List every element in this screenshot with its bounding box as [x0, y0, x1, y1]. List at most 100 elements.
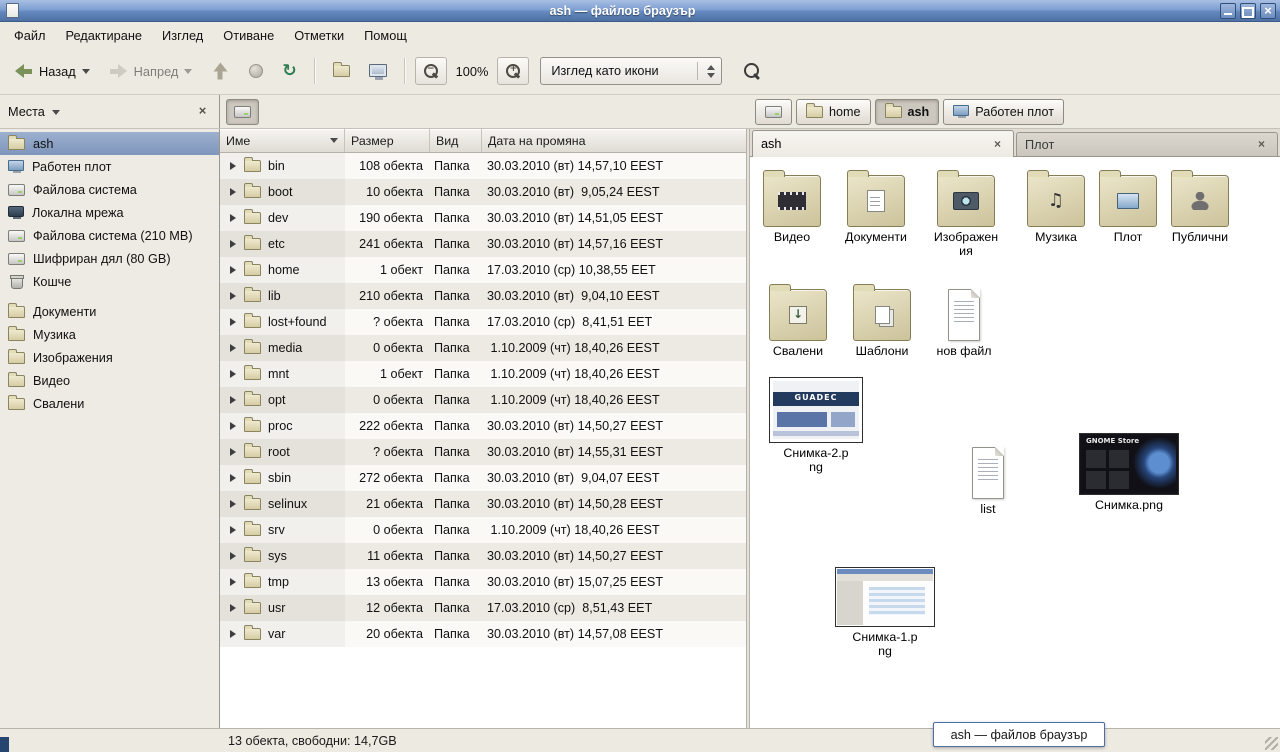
menu-item[interactable]: Отиване: [213, 24, 284, 47]
pathbar-crumb-button[interactable]: home: [796, 99, 871, 125]
back-button[interactable]: Назад: [6, 57, 98, 85]
file-row[interactable]: tmp 13 обекта Папка 30.03.2010 (вт) 15,0…: [220, 569, 746, 595]
file-row[interactable]: mnt 1 обект Папка 1.10.2009 (чт) 18,40,2…: [220, 361, 746, 387]
home-button[interactable]: [325, 59, 358, 83]
computer-button[interactable]: [361, 58, 395, 85]
sidebar-item[interactable]: ash: [0, 132, 219, 155]
column-header[interactable]: Размер: [345, 129, 430, 152]
expander-icon[interactable]: [230, 396, 236, 404]
sidebar-item[interactable]: Изображения: [0, 346, 219, 369]
expander-icon[interactable]: [230, 422, 236, 430]
file-row[interactable]: etc 241 обекта Папка 30.03.2010 (вт) 14,…: [220, 231, 746, 257]
sidebar-item[interactable]: Локална мрежа: [0, 201, 219, 224]
column-header[interactable]: Дата на промяна: [482, 129, 746, 152]
file-row[interactable]: var 20 обекта Папка 30.03.2010 (вт) 14,5…: [220, 621, 746, 647]
expander-icon[interactable]: [230, 240, 236, 248]
file-row[interactable]: usr 12 обекта Папка 17.03.2010 (ср) 8,51…: [220, 595, 746, 621]
column-header[interactable]: Име: [220, 129, 345, 152]
expander-icon[interactable]: [230, 552, 236, 560]
sidebar-item[interactable]: Шифриран дял (80 GB): [0, 247, 219, 270]
file-icon-item[interactable]: Шаблони: [840, 283, 924, 358]
menu-item[interactable]: Отметки: [284, 24, 354, 47]
file-row[interactable]: opt 0 обекта Папка 1.10.2009 (чт) 18,40,…: [220, 387, 746, 413]
sidebar-item[interactable]: Музика: [0, 323, 219, 346]
expander-icon[interactable]: [230, 292, 236, 300]
tab[interactable]: Плот: [1016, 132, 1278, 156]
file-icon-item[interactable]: Свалени: [756, 283, 840, 358]
zoom-in-button[interactable]: [497, 57, 529, 85]
expander-icon[interactable]: [230, 266, 236, 274]
file-row[interactable]: home 1 обект Папка 17.03.2010 (ср) 10,38…: [220, 257, 746, 283]
file-row[interactable]: sys 11 обекта Папка 30.03.2010 (вт) 14,5…: [220, 543, 746, 569]
column-header[interactable]: Вид: [430, 129, 482, 152]
expander-icon[interactable]: [230, 630, 236, 638]
pathbar-crumb-button[interactable]: [755, 99, 792, 125]
stop-button[interactable]: [241, 58, 271, 84]
places-close-button[interactable]: [194, 103, 211, 120]
file-row[interactable]: lost+found ? обекта Папка 17.03.2010 (ср…: [220, 309, 746, 335]
file-row[interactable]: srv 0 обекта Папка 1.10.2009 (чт) 18,40,…: [220, 517, 746, 543]
zoom-out-button[interactable]: [415, 57, 447, 85]
file-row[interactable]: boot 10 обекта Папка 30.03.2010 (вт) 9,0…: [220, 179, 746, 205]
file-icon-item[interactable]: Видео: [750, 169, 834, 244]
places-title[interactable]: Места: [8, 105, 45, 119]
pathbar-crumb-button[interactable]: ash: [875, 99, 940, 125]
expander-icon[interactable]: [230, 188, 236, 196]
menu-item[interactable]: Изглед: [152, 24, 213, 47]
expander-icon[interactable]: [230, 578, 236, 586]
filesystem-crumb-button[interactable]: [226, 99, 259, 125]
file-row[interactable]: bin 108 обекта Папка 30.03.2010 (вт) 14,…: [220, 153, 746, 179]
expander-icon[interactable]: [230, 214, 236, 222]
expander-icon[interactable]: [230, 162, 236, 170]
places-dropdown-icon[interactable]: [52, 110, 60, 119]
sidebar-item[interactable]: Документи: [0, 300, 219, 323]
search-button[interactable]: [725, 56, 769, 86]
close-button[interactable]: [1260, 3, 1276, 19]
menu-item[interactable]: Файл: [4, 24, 55, 47]
file-row[interactable]: media 0 обекта Папка 1.10.2009 (чт) 18,4…: [220, 335, 746, 361]
expander-icon[interactable]: [230, 344, 236, 352]
forward-button[interactable]: Напред: [101, 57, 201, 85]
file-icon-item[interactable]: Снимка-2.png: [766, 373, 866, 475]
file-row[interactable]: lib 210 обекта Папка 30.03.2010 (вт) 9,0…: [220, 283, 746, 309]
expander-icon[interactable]: [230, 370, 236, 378]
resize-grip[interactable]: [1265, 737, 1278, 750]
tab-close-icon[interactable]: [1254, 137, 1269, 152]
file-icon-item[interactable]: Публични: [1158, 169, 1242, 244]
file-icon-item[interactable]: Изображения: [924, 169, 1008, 259]
tab[interactable]: ash: [752, 130, 1014, 157]
file-icon-item[interactable]: нов файл: [922, 283, 1006, 358]
toolbar-separator: [404, 58, 406, 84]
sidebar-item[interactable]: Видео: [0, 369, 219, 392]
sidebar-item[interactable]: Свалени: [0, 392, 219, 415]
file-row[interactable]: selinux 21 обекта Папка 30.03.2010 (вт) …: [220, 491, 746, 517]
file-row[interactable]: proc 222 обекта Папка 30.03.2010 (вт) 14…: [220, 413, 746, 439]
menu-item[interactable]: Редактиране: [55, 24, 152, 47]
sidebar-item[interactable]: Файлова система (210 MB): [0, 224, 219, 247]
file-icon-item[interactable]: list: [946, 441, 1030, 516]
expander-icon[interactable]: [230, 318, 236, 326]
file-row[interactable]: dev 190 обекта Папка 30.03.2010 (вт) 14,…: [220, 205, 746, 231]
file-row[interactable]: sbin 272 обекта Папка 30.03.2010 (вт) 9,…: [220, 465, 746, 491]
expander-icon[interactable]: [230, 474, 236, 482]
expander-icon[interactable]: [230, 500, 236, 508]
file-icon-item[interactable]: Документи: [834, 169, 918, 244]
file-icon-item[interactable]: Снимка-1.png: [832, 563, 938, 659]
back-dropdown-icon[interactable]: [82, 69, 90, 78]
file-icon-item[interactable]: Снимка.png: [1076, 429, 1182, 512]
expander-icon[interactable]: [230, 526, 236, 534]
menu-item[interactable]: Помощ: [354, 24, 417, 47]
tab-close-icon[interactable]: [990, 137, 1005, 152]
up-button[interactable]: [203, 57, 238, 85]
pathbar-crumb-button[interactable]: Работен плот: [943, 99, 1064, 125]
sidebar-item[interactable]: Работен плот: [0, 155, 219, 178]
sidebar-item[interactable]: Файлова система: [0, 178, 219, 201]
sidebar-item[interactable]: Кошче: [0, 270, 219, 293]
expander-icon[interactable]: [230, 448, 236, 456]
minimize-button[interactable]: [1220, 3, 1236, 19]
file-row[interactable]: root ? обекта Папка 30.03.2010 (вт) 14,5…: [220, 439, 746, 465]
reload-button[interactable]: [274, 57, 304, 86]
view-as-combobox[interactable]: Изглед като икони: [540, 57, 722, 85]
expander-icon[interactable]: [230, 604, 236, 612]
maximize-button[interactable]: [1240, 3, 1256, 19]
